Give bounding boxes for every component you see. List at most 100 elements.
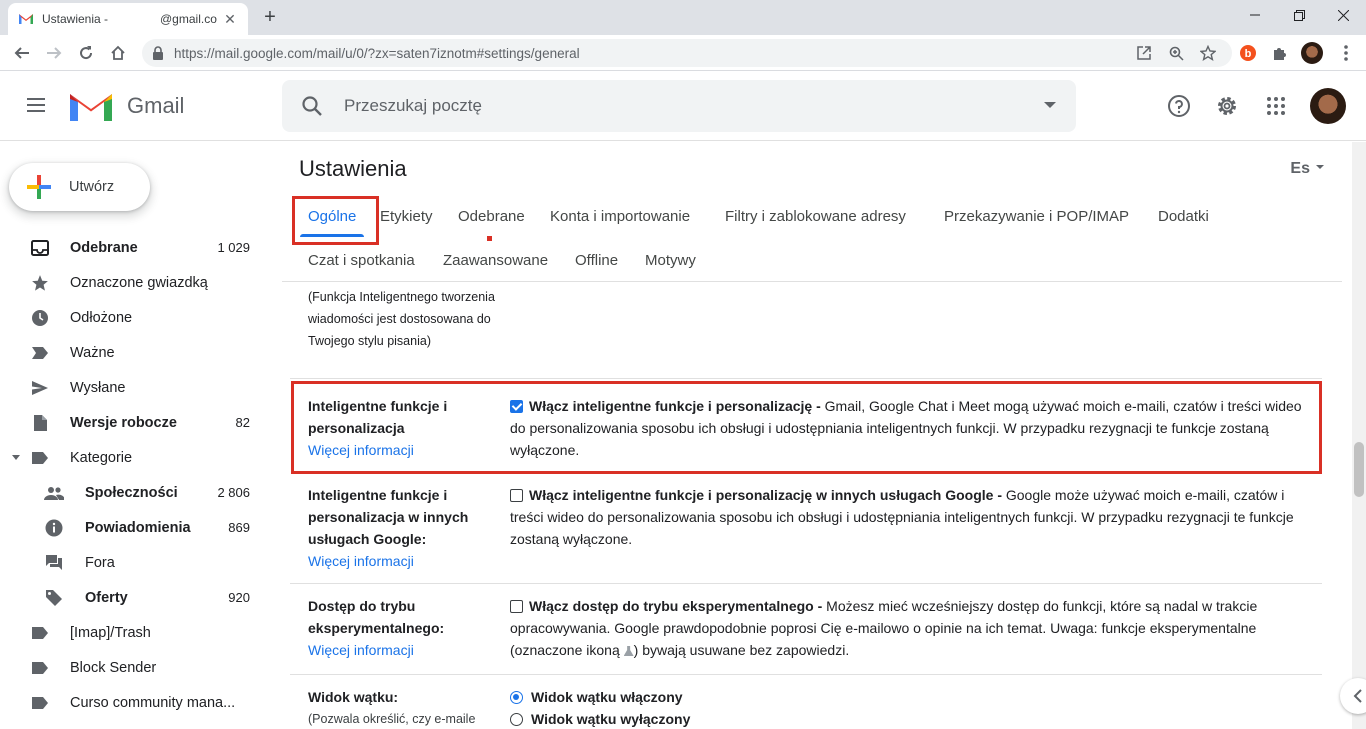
browser-menu-icon[interactable] xyxy=(1334,41,1358,65)
draft-icon xyxy=(30,413,50,433)
expand-arrow-icon[interactable] xyxy=(12,455,20,460)
search-options-icon[interactable] xyxy=(1044,102,1056,108)
compose-button[interactable]: Utwórz xyxy=(9,163,150,211)
people-icon xyxy=(44,483,64,503)
tab-forwarding[interactable]: Przekazywanie i POP/IMAP xyxy=(944,208,1129,225)
smart-features-other-label: Inteligentne funkcje i personalizacja w … xyxy=(308,487,469,547)
sidebar-item-categories[interactable]: Kategorie xyxy=(0,440,270,475)
new-tab-button[interactable]: + xyxy=(258,6,282,30)
browser-tab[interactable]: Ustawienia - @gmail.co ✕ xyxy=(8,3,248,35)
experimental-checkbox[interactable] xyxy=(510,600,523,613)
tab-themes[interactable]: Motywy xyxy=(645,252,696,269)
tab-addons[interactable]: Dodatki xyxy=(1158,208,1209,225)
search-bar[interactable]: Przeszukaj pocztę xyxy=(282,80,1076,132)
experimental-description-end: ) bywają usuwane bez zapowiedzi. xyxy=(633,642,850,658)
clock-icon xyxy=(30,308,50,328)
sidebar-item-updates[interactable]: Powiadomienia 869 xyxy=(0,510,270,545)
help-icon[interactable] xyxy=(1167,94,1191,118)
search-icon[interactable] xyxy=(300,94,324,118)
sidebar-nav: Odebrane 1 029 Oznaczone gwiazdką Odłożo… xyxy=(0,230,270,720)
compose-label: Utwórz xyxy=(69,179,115,195)
sidebar-item-block-sender[interactable]: Block Sender xyxy=(0,650,270,685)
tab-filters[interactable]: Filtry i zablokowane adresy xyxy=(725,208,906,225)
tab-inbox[interactable]: Odebrane xyxy=(458,208,525,225)
conversation-view-off-option[interactable]: Widok wątku wyłączony xyxy=(510,708,1310,729)
tag-icon xyxy=(44,588,64,608)
smart-compose-note: (Funkcja Inteligentnego tworzenia wiadom… xyxy=(308,290,495,348)
sidebar-item-imap-trash[interactable]: [Imap]/Trash xyxy=(0,615,270,650)
svg-text:b: b xyxy=(1245,48,1252,60)
chevron-left-icon xyxy=(1353,689,1362,703)
settings-gear-icon[interactable] xyxy=(1215,94,1239,118)
zoom-icon[interactable] xyxy=(1164,41,1188,65)
close-tab-icon[interactable]: ✕ xyxy=(222,11,238,27)
sidebar-item-sent[interactable]: Wysłane xyxy=(0,370,270,405)
sidebar: Utwórz Odebrane 1 029 Oznaczone gwiazdką… xyxy=(0,142,270,729)
tab-offline[interactable]: Offline xyxy=(575,252,618,269)
info-icon xyxy=(44,518,64,538)
smart-features-other-checkbox[interactable] xyxy=(510,489,523,502)
scrollbar-thumb[interactable] xyxy=(1354,442,1364,497)
highlight-box-general-tab xyxy=(292,196,379,245)
gmail-favicon-icon xyxy=(19,14,33,24)
gmail-logo-icon[interactable] xyxy=(70,89,112,121)
close-window-icon[interactable] xyxy=(1321,0,1365,30)
send-icon xyxy=(30,378,50,398)
minimize-icon[interactable] xyxy=(1233,0,1277,30)
apps-grid-icon[interactable] xyxy=(1264,94,1288,118)
smart-features-other-more-info-link[interactable]: Więcej informacji xyxy=(308,550,503,572)
sidebar-item-curso[interactable]: Curso community mana... xyxy=(0,685,270,720)
sidebar-item-snoozed[interactable]: Odłożone xyxy=(0,300,270,335)
scrollbar-track[interactable] xyxy=(1352,142,1366,729)
search-input[interactable]: Przeszukaj pocztę xyxy=(344,96,482,116)
row-divider xyxy=(290,378,1322,379)
page-title: Ustawienia xyxy=(299,156,407,181)
profile-avatar-icon[interactable] xyxy=(1300,41,1324,65)
show-side-panel-button[interactable] xyxy=(1340,678,1366,714)
restore-icon[interactable] xyxy=(1277,0,1321,30)
tab-chat-meet[interactable]: Czat i spotkania xyxy=(308,252,415,269)
sidebar-item-starred[interactable]: Oznaczone gwiazdką xyxy=(0,265,270,300)
extension-icon[interactable]: b xyxy=(1236,41,1260,65)
sidebar-item-social[interactable]: Społeczności 2 806 xyxy=(0,475,270,510)
back-icon[interactable] xyxy=(10,41,34,65)
account-avatar[interactable] xyxy=(1310,88,1346,124)
label-important-icon xyxy=(30,343,50,363)
row-divider xyxy=(290,674,1322,675)
input-tools-language[interactable]: Es xyxy=(1290,160,1324,178)
sidebar-item-forums[interactable]: Fora xyxy=(0,545,270,580)
browser-tab-strip: Ustawienia - @gmail.co ✕ + xyxy=(0,0,1366,35)
main-menu-icon[interactable] xyxy=(24,93,48,117)
tab-accounts[interactable]: Konta i importowanie xyxy=(550,208,690,225)
tab-advanced[interactable]: Zaawansowane xyxy=(443,252,548,269)
open-in-new-icon[interactable] xyxy=(1132,41,1156,65)
bookmark-star-icon[interactable] xyxy=(1196,41,1220,65)
conversation-view-off-radio[interactable] xyxy=(510,713,523,726)
conversation-view-on-option[interactable]: Widok wątku włączony xyxy=(510,686,1310,708)
conversation-view-on-radio[interactable] xyxy=(510,691,523,704)
experimental-more-info-link[interactable]: Więcej informacji xyxy=(308,639,503,661)
app-name: Gmail xyxy=(127,93,185,118)
forward-icon[interactable] xyxy=(42,41,66,65)
gmail-header: Gmail Przeszukaj pocztę xyxy=(0,71,1366,141)
label-icon xyxy=(30,448,50,468)
sidebar-item-important[interactable]: Ważne xyxy=(0,335,270,370)
conversation-view-note: (Pozwala określić, czy e-maile xyxy=(308,712,476,726)
label-icon xyxy=(30,658,50,678)
settings-content: (Funkcja Inteligentnego tworzenia wiadom… xyxy=(282,282,1342,729)
home-icon[interactable] xyxy=(106,41,130,65)
reload-icon[interactable] xyxy=(74,41,98,65)
tab-labels[interactable]: Etykiety xyxy=(380,208,433,225)
compose-plus-icon xyxy=(27,175,51,199)
puzzle-extensions-icon[interactable] xyxy=(1268,41,1292,65)
sidebar-item-inbox[interactable]: Odebrane 1 029 xyxy=(0,230,270,265)
row-divider xyxy=(290,583,1322,584)
sidebar-item-drafts[interactable]: Wersje robocze 82 xyxy=(0,405,270,440)
smart-features-other-title: Włącz inteligentne funkcje i personaliza… xyxy=(529,487,1002,503)
address-bar[interactable]: https://mail.google.com/mail/u/0/?zx=sat… xyxy=(142,39,1232,67)
sidebar-item-promotions[interactable]: Oferty 920 xyxy=(0,580,270,615)
experimental-title: Włącz dostęp do trybu eksperymentalnego … xyxy=(529,598,823,614)
settings-main: Ustawienia Es Ogólne Etykiety Odebrane K… xyxy=(282,142,1342,729)
flask-icon xyxy=(623,646,634,656)
browser-toolbar: https://mail.google.com/mail/u/0/?zx=sat… xyxy=(0,35,1366,71)
